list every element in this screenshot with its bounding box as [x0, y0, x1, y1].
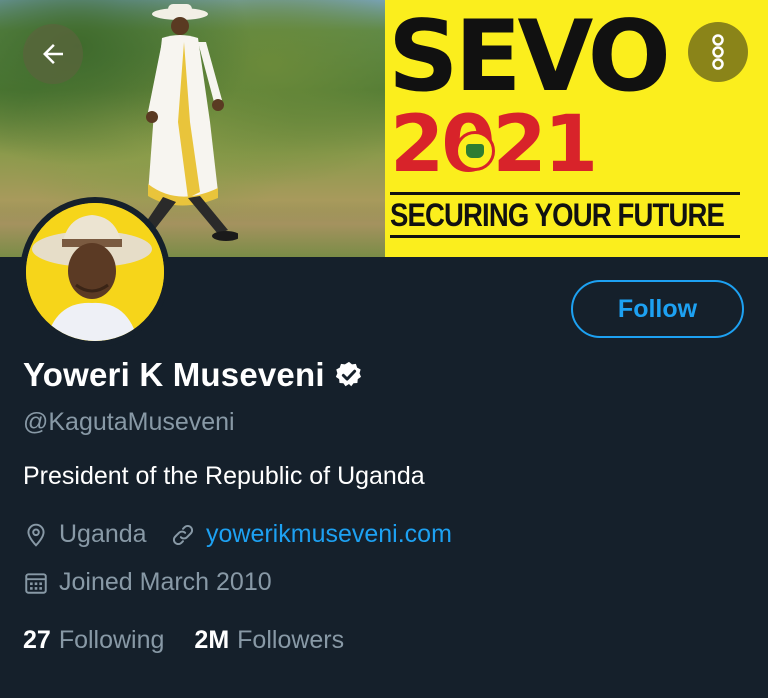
profile-photo — [26, 203, 164, 341]
back-button[interactable] — [23, 24, 83, 84]
more-options-button[interactable] — [688, 22, 748, 82]
uganda-seal-icon — [455, 131, 495, 171]
profile-location: Uganda — [23, 520, 147, 549]
avatar[interactable] — [20, 197, 170, 347]
arrow-left-icon — [43, 44, 63, 64]
location-text: Uganda — [59, 520, 147, 548]
display-name: Yoweri K Museveni — [23, 356, 325, 393]
following-count: 27 — [23, 626, 51, 654]
more-vertical-icon — [712, 34, 724, 70]
banner-tagline: SECURING YOUR FUTURE — [390, 197, 725, 233]
profile-stats: 27 Following 2M Followers — [23, 626, 344, 655]
profile-website[interactable]: yowerikmuseveni.com — [170, 520, 452, 549]
banner-rule — [390, 192, 740, 195]
link-icon — [172, 524, 194, 545]
profile-name-row: Yoweri K Museveni — [23, 356, 364, 394]
follow-button[interactable]: Follow — [571, 280, 744, 338]
verified-badge-icon — [335, 361, 361, 387]
banner-headline: SEVO — [388, 0, 671, 114]
following-stat[interactable]: 27 Following — [23, 626, 164, 655]
location-pin-icon — [27, 523, 45, 547]
joined-text: Joined March 2010 — [59, 568, 272, 596]
profile-handle: @KagutaMuseveni — [23, 408, 235, 436]
profile-bio: President of the Republic of Uganda — [23, 462, 425, 490]
followers-count: 2M — [194, 626, 230, 654]
banner-rule — [390, 235, 740, 238]
website-link[interactable]: yowerikmuseveni.com — [206, 520, 452, 549]
followers-stat[interactable]: 2M Followers — [194, 626, 344, 655]
calendar-icon — [25, 572, 47, 594]
followers-label: Followers — [237, 626, 345, 654]
profile-joined: Joined March 2010 — [23, 568, 272, 597]
following-label: Following — [58, 626, 165, 654]
